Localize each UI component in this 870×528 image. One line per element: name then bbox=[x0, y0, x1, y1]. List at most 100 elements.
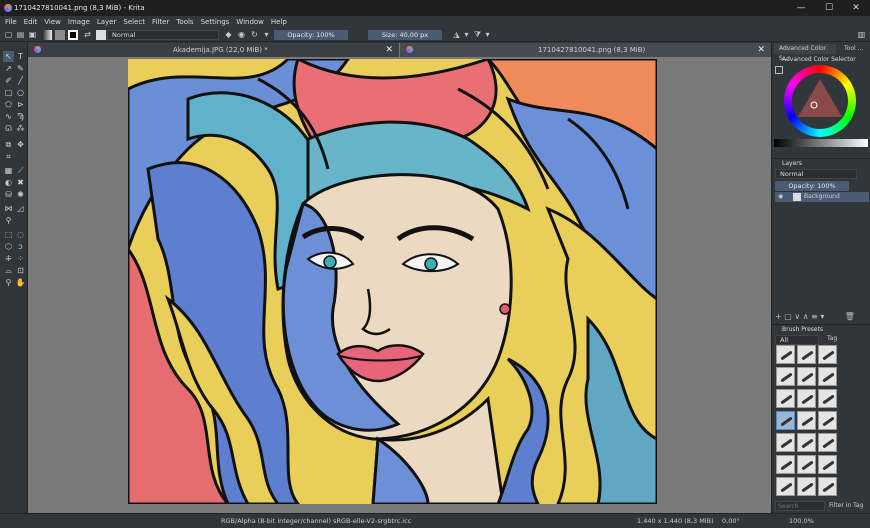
assistant-tool-icon[interactable]: ⋈ bbox=[3, 203, 14, 214]
color-settings-icon[interactable] bbox=[775, 66, 783, 74]
brush-preset[interactable] bbox=[818, 389, 837, 408]
rotation-value[interactable]: 0,00° bbox=[722, 517, 740, 525]
layer-opacity-slider[interactable]: Opacity: 100% bbox=[775, 181, 849, 191]
brush-preset[interactable] bbox=[776, 477, 795, 496]
brush-preset-selected[interactable] bbox=[776, 411, 795, 430]
pattern-selector[interactable] bbox=[55, 30, 65, 40]
brush-search-input[interactable] bbox=[775, 501, 825, 511]
polygon-tool-icon[interactable]: ⬠ bbox=[3, 99, 14, 110]
new-document-icon[interactable]: ▢ bbox=[4, 30, 13, 39]
bezier-selection-icon[interactable]: ⌓ bbox=[3, 265, 14, 276]
maximize-button[interactable]: ☐ bbox=[815, 0, 843, 16]
reference-images-tool-icon[interactable]: ⚲ bbox=[3, 215, 14, 226]
chevron-down-icon[interactable]: ▾ bbox=[462, 30, 471, 39]
menu-window[interactable]: Window bbox=[236, 18, 264, 26]
ellipse-tool-icon[interactable]: ○ bbox=[15, 87, 26, 98]
brush-filter-select[interactable]: All bbox=[775, 335, 819, 345]
enclose-fill-tool-icon[interactable]: ✺ bbox=[15, 189, 26, 200]
brush-preset[interactable] bbox=[797, 433, 816, 452]
save-document-icon[interactable]: ▣ bbox=[28, 30, 37, 39]
similar-selection-icon[interactable]: ⁘ bbox=[15, 253, 26, 264]
brush-tag-button[interactable]: Tag bbox=[827, 335, 837, 342]
brush-preset[interactable] bbox=[797, 455, 816, 474]
contiguous-selection-icon[interactable]: ⁜ bbox=[3, 253, 14, 264]
polygonal-selection-icon[interactable]: ⬡ bbox=[3, 241, 14, 252]
bezier-tool-icon[interactable]: ∿ bbox=[3, 111, 14, 122]
eraser-mode-icon[interactable]: ◆ bbox=[224, 30, 233, 39]
brush-preset[interactable] bbox=[818, 455, 837, 474]
color-history-bar[interactable] bbox=[774, 139, 868, 147]
visibility-eye-icon[interactable]: ◉ bbox=[778, 193, 783, 200]
brush-preset[interactable] bbox=[776, 367, 795, 386]
menu-tools[interactable]: Tools bbox=[176, 18, 193, 26]
menu-select[interactable]: Select bbox=[123, 18, 145, 26]
calligraphy-tool-icon[interactable]: ✎ bbox=[15, 63, 26, 74]
zoom-tool-icon[interactable]: ⚲ bbox=[3, 277, 14, 288]
chevron-down-icon[interactable]: ▾ bbox=[483, 30, 492, 39]
blend-mode-select[interactable]: Normal bbox=[107, 30, 219, 40]
crop-tool-icon[interactable]: ⌗ bbox=[3, 151, 14, 162]
swap-colors-icon[interactable]: ⇄ bbox=[83, 30, 92, 39]
reload-preset-icon[interactable]: ↻ bbox=[250, 30, 259, 39]
open-document-icon[interactable]: ▤ bbox=[16, 30, 25, 39]
rectangular-selection-icon[interactable]: ⬚ bbox=[3, 229, 14, 240]
filter-in-tag-checkbox[interactable]: Filter in Tag bbox=[829, 502, 863, 509]
elliptical-selection-icon[interactable]: ◌ bbox=[15, 229, 26, 240]
zoom-level[interactable]: 100,0% bbox=[789, 517, 814, 525]
colorize-mask-tool-icon[interactable]: ◐ bbox=[3, 177, 14, 188]
close-window-button[interactable]: ✕ bbox=[842, 0, 870, 16]
tab-advanced-color-selector[interactable]: Advanced Color S... bbox=[774, 44, 836, 62]
brush-preset[interactable] bbox=[818, 367, 837, 386]
polyline-tool-icon[interactable]: ⊳ bbox=[15, 99, 26, 110]
select-shapes-tool-icon[interactable]: ↖ bbox=[3, 51, 14, 62]
preserve-alpha-icon[interactable]: ◉ bbox=[237, 30, 246, 39]
brush-preset[interactable] bbox=[818, 411, 837, 430]
tab-akademija[interactable]: Akademija.JPG (22,0 MiB) * ✕ bbox=[28, 43, 399, 57]
layer-controls[interactable]: + ▢ ∨ ∧ ≡ ▾ 🗑 bbox=[775, 312, 869, 322]
brush-preset[interactable] bbox=[818, 345, 837, 364]
multibrush-tool-icon[interactable]: ⁂ bbox=[15, 123, 26, 134]
brush-tool-icon[interactable]: ✐ bbox=[3, 75, 14, 86]
mirror-horizontal-icon[interactable]: ◮ bbox=[452, 30, 461, 39]
dynamic-brush-tool-icon[interactable]: ᘏ bbox=[3, 123, 14, 134]
freehand-selection-icon[interactable]: ↄ bbox=[15, 241, 26, 252]
canvas-area[interactable]: Akademija.JPG (22,0 MiB) * ✕ 17104278100… bbox=[28, 43, 771, 513]
close-tab-icon[interactable]: ✕ bbox=[757, 43, 765, 57]
layer-row-background[interactable]: ◉ Background bbox=[775, 192, 869, 202]
tab-tool-options[interactable]: Tool ... bbox=[838, 44, 868, 54]
menu-layer[interactable]: Layer bbox=[97, 18, 117, 26]
transform-tool-icon[interactable]: ⧉ bbox=[3, 139, 14, 150]
brush-preset[interactable] bbox=[776, 345, 795, 364]
menu-filter[interactable]: Filter bbox=[152, 18, 169, 26]
magnetic-selection-icon[interactable]: ⊡ bbox=[15, 265, 26, 276]
brush-size-slider[interactable]: Size: 40,00 px bbox=[368, 30, 442, 40]
color-triangle[interactable] bbox=[794, 75, 846, 127]
move-tool-icon[interactable]: ✥ bbox=[15, 139, 26, 150]
freehand-path-tool-icon[interactable]: Ϡ bbox=[15, 111, 26, 122]
menu-settings[interactable]: Settings bbox=[201, 18, 230, 26]
tab-1710427810041[interactable]: 1710427810041.png (8,3 MiB) ✕ bbox=[400, 43, 771, 57]
close-tab-icon[interactable]: ✕ bbox=[385, 43, 393, 57]
brush-preset[interactable] bbox=[797, 477, 816, 496]
brush-preset[interactable] bbox=[776, 455, 795, 474]
brush-preset[interactable] bbox=[818, 477, 837, 496]
line-tool-icon[interactable]: ╱ bbox=[15, 75, 26, 86]
pop-art-woman-artwork[interactable] bbox=[128, 59, 657, 504]
brush-preset[interactable] bbox=[797, 411, 816, 430]
opacity-slider[interactable]: Opacity: 100% bbox=[274, 30, 348, 40]
gradient-tool-icon[interactable]: ▦ bbox=[3, 165, 14, 176]
brush-preset[interactable] bbox=[818, 433, 837, 452]
mirror-vertical-icon[interactable]: ⧩ bbox=[473, 30, 482, 39]
workspace-icon[interactable]: ▥ bbox=[857, 30, 866, 39]
menu-view[interactable]: View bbox=[44, 18, 61, 26]
minimize-button[interactable]: — bbox=[787, 0, 815, 16]
brush-preset[interactable] bbox=[797, 345, 816, 364]
menu-image[interactable]: Image bbox=[68, 18, 90, 26]
smart-patch-tool-icon[interactable]: ✖ bbox=[15, 177, 26, 188]
pan-tool-icon[interactable]: ✋ bbox=[15, 277, 26, 288]
gradient-selector[interactable] bbox=[42, 30, 52, 40]
edit-shapes-tool-icon[interactable]: ↗ bbox=[3, 63, 14, 74]
color-picker-tool-icon[interactable]: ⟋ bbox=[15, 165, 26, 176]
brush-preset-icon[interactable] bbox=[96, 30, 106, 40]
menu-file[interactable]: File bbox=[5, 18, 17, 26]
